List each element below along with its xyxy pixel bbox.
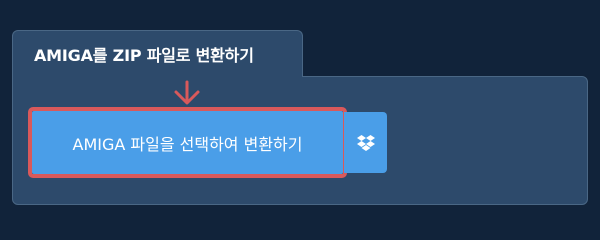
arrow-down-icon xyxy=(174,80,200,105)
select-file-button[interactable]: AMIGA 파일을 선택하여 변환하기 xyxy=(32,111,343,174)
dropbox-icon xyxy=(356,134,375,151)
dropbox-button[interactable] xyxy=(344,112,387,173)
select-file-button-label: AMIGA 파일을 선택하여 변환하기 xyxy=(72,134,303,154)
panel-tab-join xyxy=(13,70,302,82)
panel-title: AMIGA를 ZIP 파일로 변환하기 xyxy=(34,46,254,65)
